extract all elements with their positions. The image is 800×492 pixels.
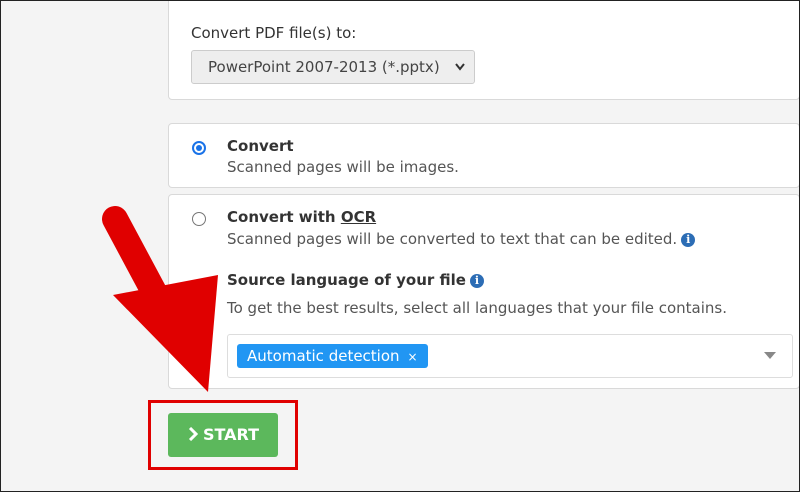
ocr-abbr: OCR [340, 208, 377, 226]
info-icon[interactable]: i [681, 233, 696, 247]
option-convert-ocr[interactable]: Convert with OCR Scanned pages will be c… [168, 194, 800, 389]
language-tag: Automatic detection × [237, 344, 428, 368]
option-convert[interactable]: Convert Scanned pages will be images. [168, 123, 800, 188]
language-tag-label: Automatic detection [247, 347, 400, 365]
language-multiselect[interactable]: Automatic detection × [227, 334, 793, 378]
chevron-down-icon [454, 51, 466, 95]
dropdown-caret-icon[interactable] [764, 352, 776, 359]
source-language-help: To get the best results, select all lang… [227, 299, 727, 317]
info-icon[interactable]: i [469, 274, 484, 288]
option-convert-desc: Scanned pages will be images. [227, 158, 459, 176]
convert-to-panel: Convert PDF file(s) to: PowerPoint 2007-… [168, 0, 800, 100]
source-language-title: Source language of your file [227, 271, 466, 289]
option-ocr-desc-row: Scanned pages will be converted to text … [227, 230, 696, 248]
red-arrow-icon [102, 206, 218, 392]
source-language-title-row: Source language of your file i [227, 271, 484, 289]
option-ocr-desc: Scanned pages will be converted to text … [227, 230, 678, 248]
remove-tag-icon[interactable]: × [408, 350, 418, 364]
